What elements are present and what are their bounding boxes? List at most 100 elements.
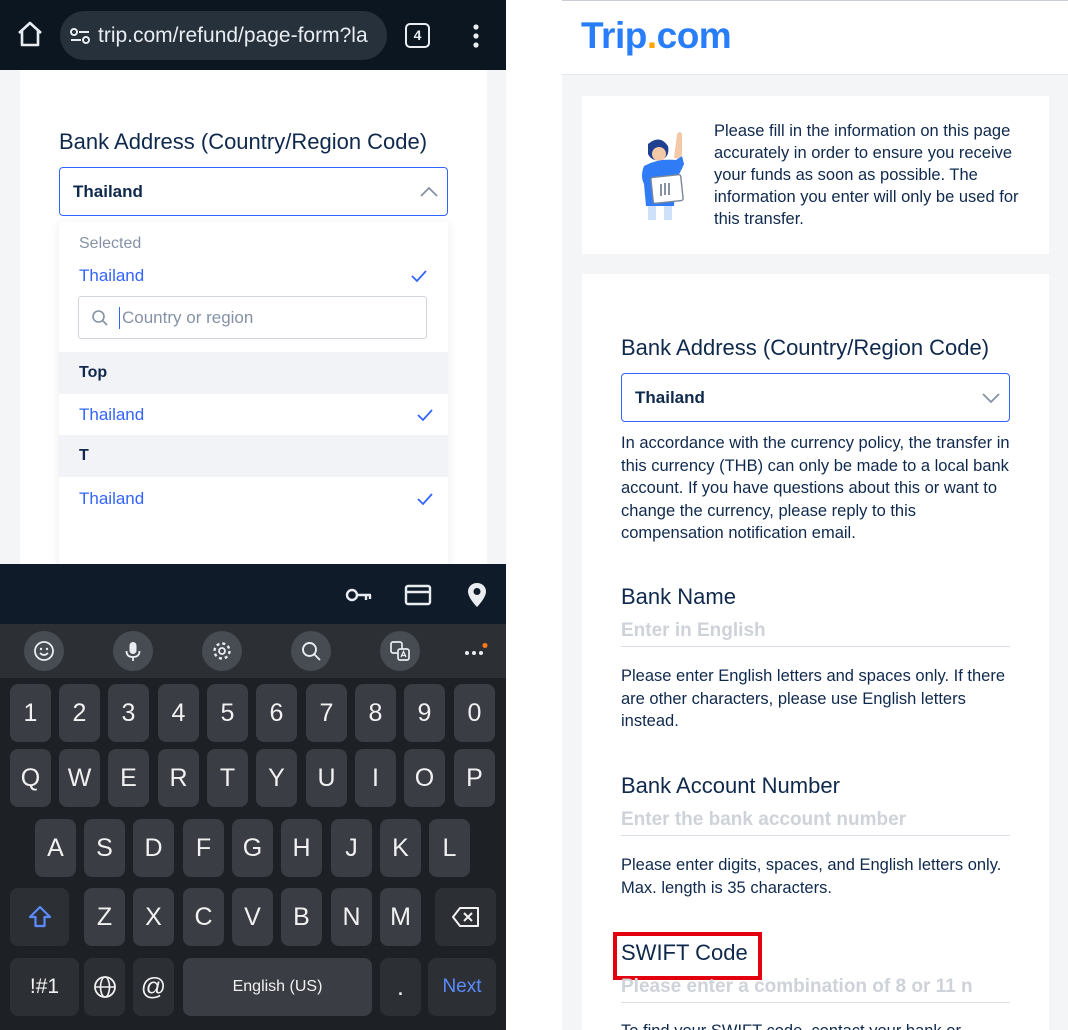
microphone-icon[interactable] — [113, 631, 153, 671]
key-g[interactable]: G — [232, 819, 273, 877]
translate-icon[interactable] — [380, 631, 420, 671]
symbols-key[interactable]: !#1 — [10, 958, 79, 1016]
more-menu-icon[interactable] — [466, 22, 486, 50]
home-icon[interactable] — [14, 18, 46, 50]
gear-icon[interactable] — [202, 631, 242, 671]
key-0[interactable]: 0 — [454, 684, 495, 742]
key-9[interactable]: 9 — [404, 684, 445, 742]
key-3[interactable]: 3 — [108, 684, 149, 742]
key-w[interactable]: W — [59, 749, 100, 807]
key-p[interactable]: P — [454, 749, 495, 807]
key-8[interactable]: 8 — [355, 684, 396, 742]
key-r[interactable]: R — [158, 749, 199, 807]
key-x[interactable]: X — [133, 888, 174, 946]
at-key[interactable]: @ — [133, 958, 174, 1016]
key-b[interactable]: B — [281, 888, 322, 946]
key-y[interactable]: Y — [256, 749, 297, 807]
bank-account-label: Bank Account Number — [621, 773, 840, 798]
swift-code-hint: To find your SWIFT code, contact your ba… — [621, 1020, 1013, 1030]
key-e[interactable]: E — [108, 749, 149, 807]
credit-card-icon[interactable] — [403, 580, 433, 610]
globe-icon — [93, 976, 116, 998]
group-header-t: T — [59, 435, 448, 477]
country-search-input[interactable] — [119, 307, 409, 329]
key-icon[interactable] — [344, 580, 374, 610]
selected-heading: Selected — [79, 235, 142, 252]
backspace-icon — [451, 907, 479, 927]
bank-address-label: Bank Address (Country/Region Code) — [621, 335, 990, 360]
group-title: T — [79, 447, 89, 464]
key-n[interactable]: N — [331, 888, 372, 946]
key-5[interactable]: 5 — [207, 684, 248, 742]
bank-account-input[interactable] — [621, 804, 1010, 836]
search-icon[interactable] — [291, 631, 331, 671]
language-key[interactable] — [84, 958, 125, 1016]
key-i[interactable]: I — [355, 749, 396, 807]
swift-code-input[interactable] — [621, 971, 1010, 1003]
check-icon — [416, 408, 434, 422]
info-message: Please fill in the information on this p… — [714, 122, 1019, 228]
space-key[interactable]: English (US) — [183, 958, 372, 1016]
key-s[interactable]: S — [84, 819, 125, 877]
key-m[interactable]: M — [380, 888, 421, 946]
check-icon — [416, 492, 434, 506]
swift-code-label: SWIFT Code — [621, 940, 748, 965]
site-settings-icon[interactable] — [68, 24, 92, 48]
key-d[interactable]: D — [133, 819, 174, 877]
bank-address-select[interactable]: Thailand — [621, 373, 1010, 422]
key-6[interactable]: 6 — [256, 684, 297, 742]
option-thailand-top[interactable]: Thailand — [79, 405, 144, 425]
key-j[interactable]: J — [331, 819, 372, 877]
shift-key[interactable] — [10, 888, 69, 946]
info-card: Please fill in the information on this p… — [582, 96, 1049, 254]
bank-address-label: Bank Address (Country/Region Code) — [59, 129, 428, 154]
currency-policy-note: In accordance with the currency policy, … — [621, 434, 1010, 542]
chevron-up-icon — [419, 183, 439, 201]
key-o[interactable]: O — [404, 749, 445, 807]
next-key[interactable]: Next — [428, 958, 496, 1016]
key-a[interactable]: A — [35, 819, 76, 877]
group-title: Top — [79, 364, 108, 381]
key-7[interactable]: 7 — [306, 684, 347, 742]
bank-name-label: Bank Name — [621, 584, 736, 609]
bank-name-hint: Please enter English letters and spaces … — [621, 667, 1005, 730]
bank-name-input[interactable] — [621, 615, 1010, 647]
selected-option[interactable]: Thailand — [79, 266, 144, 286]
key-4[interactable]: 4 — [158, 684, 199, 742]
key-q[interactable]: Q — [10, 749, 51, 807]
key-h[interactable]: H — [281, 819, 322, 877]
url-text: trip.com/refund/page-form?la — [98, 24, 368, 47]
more-options-icon[interactable] — [462, 643, 490, 663]
key-l[interactable]: L — [429, 819, 470, 877]
autofill-strip — [0, 564, 506, 624]
tab-switcher-button[interactable]: 4 — [405, 23, 430, 48]
bank-account-hint: Please enter digits, spaces, and English… — [621, 856, 1002, 897]
country-search-field[interactable] — [78, 296, 427, 339]
refund-form-page: Trip.com Please fill in the information … — [562, 0, 1068, 1030]
key-f[interactable]: F — [183, 819, 224, 877]
browser-toolbar: trip.com/refund/page-form?la 4 — [0, 0, 506, 70]
backspace-key[interactable] — [435, 888, 496, 946]
onscreen-keyboard: 1 2 3 4 5 6 7 8 9 0 Q W E R T Y U I O P … — [0, 678, 506, 1030]
emoji-icon[interactable] — [24, 631, 64, 671]
search-icon — [91, 309, 109, 327]
keyboard-toolbar — [0, 624, 506, 678]
trip-com-logo[interactable]: Trip.com — [581, 15, 732, 57]
url-bar[interactable]: trip.com/refund/page-form?la — [60, 11, 387, 60]
select-value: Thailand — [635, 388, 705, 407]
key-v[interactable]: V — [232, 888, 273, 946]
key-u[interactable]: U — [306, 749, 347, 807]
key-k[interactable]: K — [380, 819, 421, 877]
site-header: Trip.com — [562, 1, 1068, 75]
select-value: Thailand — [73, 182, 143, 201]
location-pin-icon[interactable] — [462, 580, 492, 610]
key-t[interactable]: T — [207, 749, 248, 807]
key-1[interactable]: 1 — [10, 684, 51, 742]
key-z[interactable]: Z — [84, 888, 125, 946]
key-c[interactable]: C — [183, 888, 224, 946]
key-2[interactable]: 2 — [59, 684, 100, 742]
option-thailand-t[interactable]: Thailand — [79, 489, 144, 509]
period-key[interactable]: . — [380, 958, 421, 1016]
bank-address-select[interactable]: Thailand — [59, 167, 448, 216]
group-header-top: Top — [59, 352, 448, 394]
